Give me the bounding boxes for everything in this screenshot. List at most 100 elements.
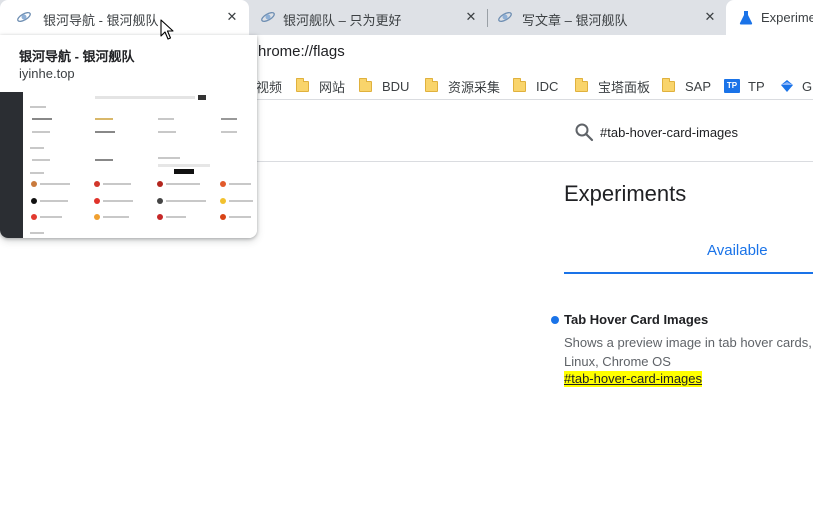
preview-search-button (198, 95, 206, 100)
preview-section-title (30, 147, 44, 149)
folder-icon (513, 77, 526, 92)
preview-sidebar (0, 92, 23, 238)
preview-link (32, 159, 50, 161)
preview-tooltip-button (174, 169, 194, 174)
bookmark-label: BDU (382, 78, 410, 94)
flag-description-line: Shows a preview image in tab hover cards… (564, 335, 813, 350)
tab-title: Experime (761, 10, 813, 25)
bookmark-label: 视频 (256, 79, 283, 95)
mouse-cursor-icon (160, 19, 174, 40)
bookmark-label: G (802, 78, 813, 94)
bookmark-video[interactable]: 视频 (256, 78, 283, 95)
folder-icon (296, 77, 309, 92)
folder-icon (425, 77, 438, 92)
address-bar-text[interactable]: hrome://flags (258, 43, 345, 60)
preview-site-icon (31, 181, 37, 187)
preview-site-icon (31, 198, 37, 204)
hover-card-domain: iyinhe.top (19, 66, 75, 81)
flags-search-input[interactable]: #tab-hover-card-images (600, 125, 738, 140)
tab-close-icon[interactable]: ✕ (463, 9, 479, 25)
tab-yinhe-fleet[interactable]: 银河舰队 – 只为更好 ✕ (249, 0, 487, 35)
tab-yinhe-nav[interactable]: 银河导航 - 银河舰队 ✕ (0, 0, 249, 35)
preview-link (95, 159, 113, 161)
page-title: Experiments (564, 181, 687, 206)
preview-site-icon (220, 181, 226, 187)
tab-strip: 银河导航 - 银河舰队 ✕ 银河舰队 – 只为更好 ✕ 写文章 – 银河舰队 ✕… (0, 0, 813, 35)
bookmark-label: IDC (536, 78, 559, 94)
preview-link (32, 131, 50, 133)
preview-link (229, 200, 253, 202)
flag-description: Shows a preview image in tab hover cards… (564, 333, 813, 371)
preview-link (229, 216, 251, 218)
preview-link (221, 131, 237, 133)
flask-icon (739, 11, 753, 25)
preview-site-icon (220, 198, 226, 204)
bookmark-tp[interactable]: TP TP (724, 78, 765, 94)
tab-title: 写文章 – 银河舰队 (522, 13, 628, 28)
preview-link (40, 200, 68, 202)
folder-icon (662, 77, 675, 92)
bookmark-sap[interactable]: SAP (662, 77, 712, 94)
tab-available-indicator (564, 272, 813, 274)
bookmark-bdu[interactable]: BDU (359, 77, 410, 94)
preview-link (103, 200, 133, 202)
galaxy-favicon-icon (17, 11, 31, 23)
preview-link (158, 131, 176, 133)
preview-link (103, 183, 131, 185)
bookmark-label: SAP (685, 78, 712, 94)
tab-close-icon[interactable]: ✕ (702, 9, 718, 25)
search-icon[interactable] (574, 122, 594, 142)
preview-link (103, 216, 129, 218)
preview-site-icon (94, 214, 100, 220)
preview-link (166, 183, 200, 185)
bookmark-label: 宝塔面板 (598, 79, 651, 95)
hover-card-title: 银河导航 - 银河舰队 (19, 49, 135, 64)
preview-section-title (30, 172, 44, 174)
preview-site-icon (94, 181, 100, 187)
folder-icon (359, 77, 372, 92)
preview-link (158, 157, 180, 159)
tab-experiments[interactable]: Experime (726, 0, 813, 35)
preview-site-icon (220, 214, 226, 220)
bookmark-websites[interactable]: 网站 (296, 77, 346, 95)
preview-link (32, 118, 52, 120)
tab-write-article[interactable]: 写文章 – 银河舰队 ✕ (488, 0, 726, 35)
preview-site-icon (94, 198, 100, 204)
preview-site-icon (157, 214, 163, 220)
bookmark-label: 资源采集 (448, 79, 501, 95)
bookmark-idc[interactable]: IDC (513, 77, 559, 94)
hover-card-preview-image (0, 92, 257, 238)
preview-site-icon (157, 198, 163, 204)
preview-section-title (30, 106, 46, 108)
preview-section-title (30, 232, 44, 234)
flag-permalink[interactable]: #tab-hover-card-images (564, 371, 703, 387)
preview-link (40, 183, 70, 185)
preview-site-icon (31, 214, 37, 220)
galaxy-favicon-icon (498, 11, 512, 23)
bookmark-resources[interactable]: 资源采集 (425, 77, 501, 95)
folder-icon (575, 77, 588, 92)
preview-link (95, 131, 115, 133)
tp-icon: TP (724, 79, 740, 93)
gem-icon (781, 80, 793, 92)
preview-link (95, 118, 113, 120)
preview-site-icon (157, 181, 163, 187)
galaxy-favicon-icon (261, 11, 275, 23)
bookmark-label: 网站 (319, 79, 346, 95)
flag-description-line: Linux, Chrome OS (564, 354, 671, 369)
preview-link (166, 200, 206, 202)
preview-link (221, 118, 237, 120)
tab-title: 银河舰队 – 只为更好 (283, 13, 402, 28)
bookmark-label: TP (748, 78, 765, 94)
preview-link (229, 183, 251, 185)
flag-name: Tab Hover Card Images (564, 312, 709, 327)
preview-link (166, 216, 186, 218)
tab-available[interactable]: Available (707, 242, 768, 259)
tab-close-icon[interactable]: ✕ (224, 9, 240, 25)
preview-tooltip (158, 164, 210, 167)
flag-modified-dot (551, 316, 559, 324)
bookmark-g[interactable]: G (780, 78, 812, 94)
tab-hover-card: 银河导航 - 银河舰队 iyinhe.top (0, 35, 257, 238)
bookmark-bt-panel[interactable]: 宝塔面板 (575, 77, 651, 95)
preview-link (158, 118, 174, 120)
